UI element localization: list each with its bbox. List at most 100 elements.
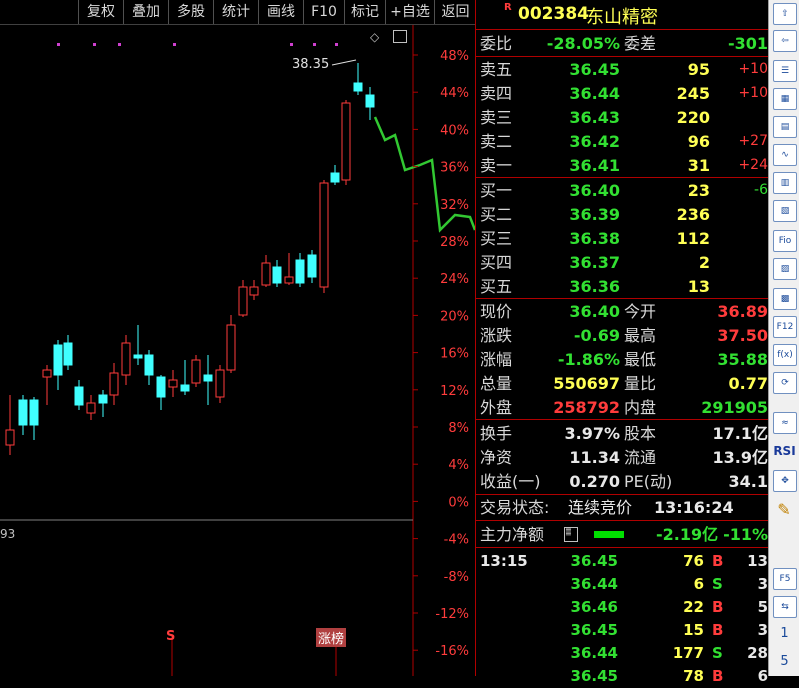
fundamental-label: 净资 — [480, 448, 513, 467]
kline-chart[interactable]: 48% 44% 40% 36% 32% 28% 24% 20% 16% 12% 8% 4% 0% -4% -… — [0, 25, 475, 676]
candle-body — [109, 372, 119, 396]
bid-price: 36.37 — [569, 253, 620, 272]
candle-body — [215, 369, 225, 398]
window-icon[interactable] — [393, 30, 407, 43]
ask-label: 卖二 — [480, 132, 513, 151]
ask-level-5[interactable]: 卖一 36.41 31 +24 — [476, 154, 768, 177]
formula-icon[interactable]: f(x) — [773, 344, 797, 366]
bid-level-3[interactable]: 买三 36.38 112 — [476, 227, 768, 250]
quote-value: -1.86% — [557, 350, 620, 369]
fundamental-value: 0.270 — [569, 472, 620, 491]
analysis-icon[interactable]: ▧ — [773, 200, 797, 222]
main-flow-label: 主力净额 — [480, 525, 545, 544]
quote-value: 291905 — [701, 398, 768, 417]
mark-button[interactable]: 标记 — [344, 0, 385, 24]
trade-time: 13:15 — [480, 552, 528, 570]
signal-dot — [335, 43, 338, 46]
tool-sidebar: ⇧ ⇦ ☰ ▦ ▤ ∿ ▥ ▧ Fio ▨ ▩ F12 f(x) ⟳ ≈ RSI… — [768, 0, 799, 676]
fundamental-label: 流通 — [624, 448, 657, 467]
f10-icon[interactable]: Fio — [773, 230, 797, 252]
ask-level-1[interactable]: 卖五 36.45 95 +10 — [476, 58, 768, 81]
fundamental-label: 收益(一) — [480, 472, 541, 491]
list-view-icon[interactable]: ☰ — [773, 60, 797, 82]
bid-price: 36.39 — [569, 205, 620, 224]
fundamental-value: 3.97% — [564, 424, 620, 443]
axis-label: -16% — [435, 644, 469, 659]
draw-line-button[interactable]: 画线 — [258, 0, 303, 24]
table-icon[interactable]: ▤ — [773, 116, 797, 138]
trade-price: 36.46 — [570, 598, 618, 616]
trade-price: 36.45 — [570, 552, 618, 570]
trade-volume: 6 — [693, 575, 704, 593]
trade-volume: 22 — [683, 598, 704, 616]
ask-volume: 220 — [676, 108, 710, 127]
quote-value: 258792 — [553, 398, 620, 417]
pencil-icon[interactable]: ✎ — [773, 500, 795, 520]
crosshair-icon[interactable]: ✥ — [773, 470, 797, 492]
quote-value: 550697 — [553, 374, 620, 393]
news-icon[interactable]: ▩ — [773, 288, 797, 310]
ask-price: 36.41 — [569, 156, 620, 175]
candle-body — [307, 254, 317, 278]
bid-label: 买五 — [480, 277, 513, 296]
ask-volume: 95 — [687, 60, 710, 79]
chart-toolbar: 复权 叠加 多股 统计 画线 F10 标记 +自选 返回 — [0, 0, 475, 25]
high-annotation-arrow — [331, 59, 357, 66]
zhangbang-marker[interactable]: 涨榜 — [316, 628, 347, 647]
up-arrow-icon[interactable]: ⇧ — [773, 3, 797, 25]
list-icon[interactable]: ≡ ≡ — [564, 526, 578, 542]
axis-label: 40% — [440, 123, 469, 138]
statistics-button[interactable]: 统计 — [213, 0, 258, 24]
candle-body — [191, 359, 201, 384]
candle-body — [5, 429, 15, 446]
quote-label: 最低 — [624, 350, 657, 369]
period-5-button[interactable]: 5 — [769, 654, 799, 669]
f12-icon[interactable]: F12 — [773, 316, 797, 338]
grid-view-icon[interactable]: ▦ — [773, 88, 797, 110]
ask-level-4[interactable]: 卖二 36.42 96 +27 — [476, 130, 768, 153]
fundamental-value: 13.9亿 — [712, 448, 768, 467]
wave-icon[interactable]: ≈ — [773, 412, 797, 434]
fuquan-button[interactable]: 复权 — [78, 0, 123, 24]
bid-level-2[interactable]: 买二 36.39 236 — [476, 203, 768, 226]
ask-change: +24 — [738, 157, 768, 173]
quote-value: 36.40 — [569, 302, 620, 321]
kline-icon[interactable]: ▥ — [773, 172, 797, 194]
overlay-button[interactable]: 叠加 — [123, 0, 168, 24]
trade-count: 3 — [757, 621, 768, 639]
refresh-icon[interactable]: ⟳ — [773, 372, 797, 394]
s-marker[interactable]: S — [166, 629, 175, 644]
ask-label: 卖三 — [480, 108, 513, 127]
back-button[interactable]: 返回 — [434, 0, 476, 24]
f5-button[interactable]: F5 — [773, 568, 797, 590]
ask-label: 卖四 — [480, 84, 513, 103]
axis-label: 44% — [440, 86, 469, 101]
period-1-button[interactable]: 1 — [769, 626, 799, 641]
line-chart-icon[interactable]: ∿ — [773, 144, 797, 166]
bid-level-4[interactable]: 买四 36.37 2 — [476, 251, 768, 274]
diamond-icon[interactable]: ◇ — [370, 30, 379, 44]
add-favorite-button[interactable]: +自选 — [385, 0, 434, 24]
bid-label: 买三 — [480, 229, 513, 248]
ask-level-3[interactable]: 卖三 36.43 220 — [476, 106, 768, 129]
bid-level-5[interactable]: 买五 36.36 13 — [476, 275, 768, 298]
trade-side: S — [712, 575, 723, 593]
f10-button[interactable]: F10 — [303, 0, 344, 24]
high-price-annotation: 38.35 — [292, 57, 330, 72]
stock-code: 002384 — [518, 4, 589, 24]
ask-volume: 31 — [687, 156, 710, 175]
trade-row: 36.44 6 S 3 — [476, 573, 768, 596]
candle-body — [121, 342, 131, 376]
switch-icon[interactable]: ⇆ — [773, 596, 797, 618]
candle-body — [341, 102, 351, 181]
quote-label: 内盘 — [624, 398, 657, 417]
status-time: 13:16:24 — [654, 498, 734, 517]
rsi-button[interactable]: RSI — [769, 444, 799, 458]
bid-label: 买一 — [480, 181, 513, 200]
multi-stock-button[interactable]: 多股 — [168, 0, 213, 24]
bid-level-1[interactable]: 买一 36.40 23 -6 — [476, 179, 768, 202]
report-icon[interactable]: ▨ — [773, 258, 797, 280]
quote-row: 总量 550697 量比 0.77 — [476, 372, 768, 395]
ask-level-2[interactable]: 卖四 36.44 245 +10 — [476, 82, 768, 105]
left-arrow-icon[interactable]: ⇦ — [773, 30, 797, 52]
